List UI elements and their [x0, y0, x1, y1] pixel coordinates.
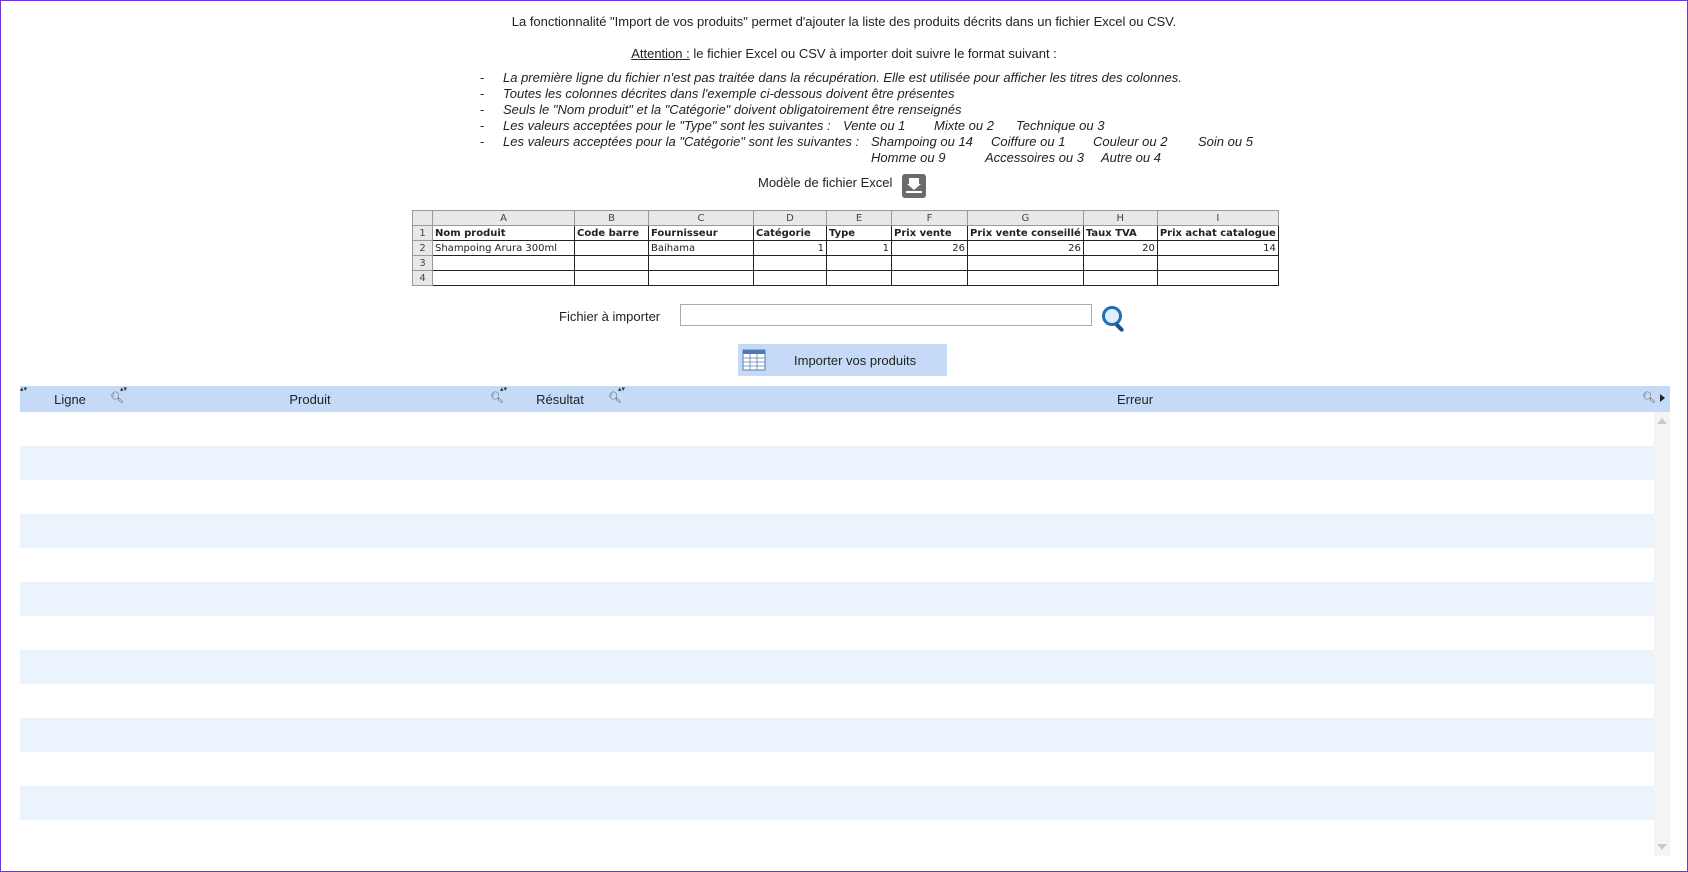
- intro-text: La fonctionnalité "Import de vos produit…: [511, 14, 1177, 29]
- col-header-resultat[interactable]: Résultat 🔍︎: [500, 386, 622, 412]
- type-value: Mixte ou 2: [934, 118, 994, 133]
- excel-sample: A B C D E F G H I 1 Nom produit Code bar…: [412, 210, 1279, 286]
- category-value: Soin ou 5: [1198, 134, 1253, 149]
- bullet-dash: -: [480, 70, 485, 85]
- excel-cell: [574, 240, 649, 256]
- rule-text: La première ligne du fichier n'est pas t…: [503, 70, 1182, 85]
- type-value: Vente ou 1: [843, 118, 906, 133]
- excel-col-letter: C: [648, 210, 754, 226]
- col-header-ligne[interactable]: Ligne 🔍︎: [20, 386, 124, 412]
- download-icon[interactable]: [902, 174, 926, 198]
- excel-cell: Catégorie: [753, 225, 827, 241]
- table-row[interactable]: [20, 650, 1654, 684]
- excel-cell: Baihama: [648, 240, 754, 256]
- excel-col-letter: G: [967, 210, 1084, 226]
- excel-col-letter: F: [891, 210, 968, 226]
- vertical-scrollbar[interactable]: [1654, 412, 1670, 856]
- excel-empty-row: 3: [412, 255, 1279, 271]
- excel-cell: Shampoing Arura 300ml: [432, 240, 575, 256]
- attention-label: Attention :: [631, 46, 690, 61]
- category-value: Coiffure ou 1: [991, 134, 1066, 149]
- search-icon[interactable]: [1100, 304, 1128, 333]
- excel-row-number: 3: [412, 255, 433, 271]
- table-row[interactable]: [20, 684, 1654, 718]
- bullet-dash: -: [480, 86, 485, 101]
- table-row[interactable]: [20, 412, 1654, 446]
- table-row[interactable]: [20, 446, 1654, 480]
- grid-header: ▴▾ Ligne 🔍︎ ▴▾ Produit 🔍︎ ▴▾ Résultat 🔍︎…: [20, 386, 1670, 412]
- excel-row-number: 1: [412, 225, 433, 241]
- excel-cell: Code barre: [574, 225, 649, 241]
- scroll-right-icon[interactable]: [1660, 394, 1665, 402]
- category-value: Autre ou 4: [1101, 150, 1161, 165]
- table-row[interactable]: [20, 752, 1654, 786]
- excel-col-letter: D: [753, 210, 827, 226]
- table-row[interactable]: [20, 480, 1654, 514]
- excel-cell: Type: [826, 225, 892, 241]
- attention-text: le fichier Excel ou CSV à importer doit …: [689, 46, 1057, 61]
- col-header-label: Résultat: [536, 392, 584, 407]
- excel-col-letter: B: [574, 210, 649, 226]
- file-input[interactable]: [680, 304, 1092, 326]
- col-header-erreur[interactable]: Erreur 🔍︎: [620, 386, 1670, 412]
- bullet-dash: -: [480, 102, 485, 117]
- import-products-button[interactable]: Importer vos produits: [738, 344, 947, 376]
- table-row[interactable]: [20, 718, 1654, 752]
- excel-cell: Nom produit: [432, 225, 575, 241]
- file-label: Fichier à importer: [559, 309, 661, 324]
- filter-icon[interactable]: 🔍︎: [1642, 391, 1656, 404]
- table-row[interactable]: [20, 616, 1654, 650]
- excel-cell: 26: [967, 240, 1084, 256]
- import-button-label: Importer vos produits: [794, 353, 917, 368]
- table-row[interactable]: [20, 582, 1654, 616]
- rule-text: Les valeurs acceptées pour la "Catégorie…: [503, 134, 860, 149]
- scroll-down-icon[interactable]: [1657, 844, 1667, 850]
- rule-text: Seuls le "Nom produit" et la "Catégorie"…: [503, 102, 962, 117]
- excel-col-letter: A: [432, 210, 575, 226]
- model-label: Modèle de fichier Excel: [758, 175, 893, 190]
- excel-col-letter: E: [826, 210, 892, 226]
- col-header-label: Erreur: [1116, 392, 1154, 407]
- bullet-dash: -: [480, 118, 485, 133]
- category-value: Couleur ou 2: [1093, 134, 1168, 149]
- category-value: Accessoires ou 3: [985, 150, 1084, 165]
- excel-empty-row: 4: [412, 270, 1279, 286]
- excel-cell: Prix vente conseillé: [967, 225, 1084, 241]
- type-value: Technique ou 3: [1016, 118, 1105, 133]
- grid-body: [20, 412, 1654, 856]
- excel-column-letters: A B C D E F G H I: [412, 210, 1279, 226]
- table-row[interactable]: [20, 786, 1654, 820]
- table-row[interactable]: [20, 548, 1654, 582]
- table-row[interactable]: [20, 820, 1654, 854]
- results-grid: ▴▾ Ligne 🔍︎ ▴▾ Produit 🔍︎ ▴▾ Résultat 🔍︎…: [20, 386, 1670, 856]
- excel-cell: Taux TVA: [1082, 225, 1158, 241]
- excel-row-number: 2: [412, 240, 433, 256]
- rule-text: Toutes les colonnes décrites dans l'exem…: [503, 86, 955, 101]
- excel-example-row: 2 Shampoing Arura 300ml Baihama 1 1 26 2…: [412, 240, 1279, 256]
- excel-cell: 20: [1082, 240, 1158, 256]
- excel-corner: [412, 210, 433, 226]
- excel-cell: 14: [1156, 240, 1279, 256]
- col-header-label: Produit: [289, 392, 331, 407]
- excel-cell: 1: [753, 240, 827, 256]
- col-header-produit[interactable]: Produit 🔍︎: [120, 386, 520, 412]
- bullet-dash: -: [480, 134, 485, 149]
- excel-cell: Fournisseur: [648, 225, 754, 241]
- category-value: Homme ou 9: [871, 150, 946, 165]
- excel-cell: Prix achat catalogue: [1156, 225, 1279, 241]
- excel-col-letter: I: [1156, 210, 1279, 226]
- excel-col-letter: H: [1082, 210, 1158, 226]
- excel-cell: 26: [891, 240, 968, 256]
- attention-line: Attention : le fichier Excel ou CSV à im…: [0, 46, 1688, 61]
- excel-cell: 1: [826, 240, 892, 256]
- rule-text: Les valeurs acceptées pour le "Type" son…: [503, 118, 831, 133]
- excel-cell: Prix vente: [891, 225, 968, 241]
- excel-title-row: 1 Nom produit Code barre Fournisseur Cat…: [412, 225, 1279, 241]
- category-value: Shampoing ou 14: [871, 134, 973, 149]
- table-row[interactable]: [20, 514, 1654, 548]
- table-icon: [742, 349, 766, 371]
- excel-row-number: 4: [412, 270, 433, 286]
- col-header-label: Ligne: [54, 392, 86, 407]
- scroll-up-icon[interactable]: [1657, 418, 1667, 424]
